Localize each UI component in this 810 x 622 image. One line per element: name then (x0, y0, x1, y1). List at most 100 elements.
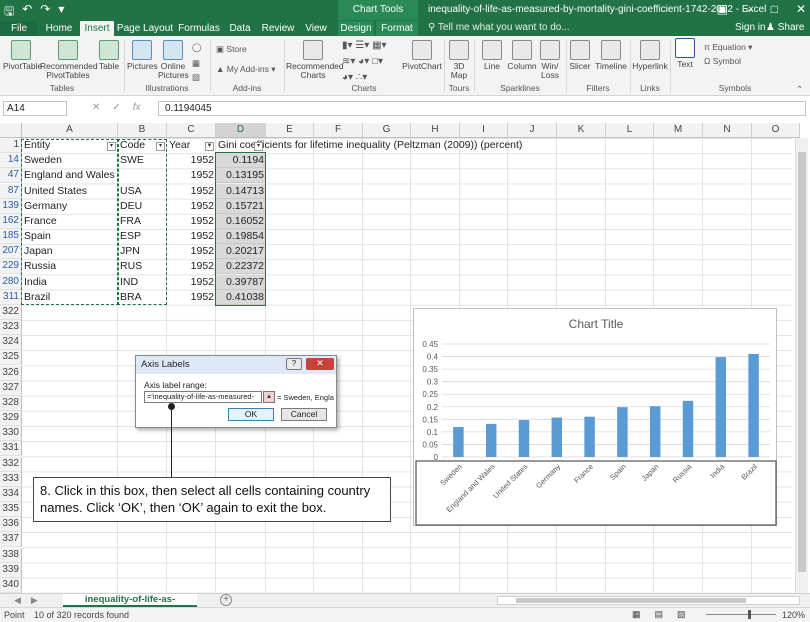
row-header[interactable]: 332 (0, 456, 22, 472)
my-addins-button[interactable]: ▲ My Add-ins ▾ (216, 64, 275, 75)
cell-gini-value[interactable]: 0.15721 (216, 198, 266, 214)
horizontal-scroll-thumb[interactable] (516, 598, 746, 603)
column-header-c[interactable]: C (167, 123, 216, 138)
tab-insert[interactable]: Insert (80, 21, 114, 36)
online-pictures-button[interactable]: Online Pictures (158, 40, 189, 80)
tell-me-search[interactable]: ⚲ Tell me what you want to do... (428, 22, 570, 33)
cell-code[interactable]: IND (118, 275, 167, 290)
row-header[interactable]: 327 (0, 380, 22, 396)
sparkline-line-button[interactable]: Line (478, 40, 506, 71)
dialog-close-icon[interactable]: ✕ (306, 358, 334, 370)
row-header[interactable]: 311 (0, 289, 22, 305)
cell-entity[interactable]: Germany (22, 199, 118, 214)
row-header[interactable]: 330 (0, 426, 22, 442)
cell-entity[interactable]: Sweden (22, 153, 118, 168)
column-header-o[interactable]: O (752, 123, 800, 138)
column-header-a[interactable]: A (22, 123, 118, 138)
header-gini[interactable]: Gini coefficients for lifetime inequalit… (216, 138, 536, 153)
line-chart-icons[interactable]: ≋▾ ◕▾ □▾ (342, 56, 383, 67)
sheet-tab-active[interactable]: inequality-of-life-as-measured- (63, 594, 197, 617)
column-header-e[interactable]: E (266, 123, 314, 138)
row-header[interactable]: 162 (0, 213, 22, 229)
ok-button[interactable]: OK (228, 408, 274, 421)
cell-year[interactable]: 1952 (167, 275, 216, 290)
row-header[interactable]: 325 (0, 350, 22, 366)
equation-button[interactable]: π Equation ▾ (704, 42, 752, 53)
table-button[interactable]: Table (97, 40, 121, 71)
cell-year[interactable]: 1952 (167, 229, 216, 244)
recommended-charts-button[interactable]: Recommended Charts (286, 40, 344, 80)
axis-range-input[interactable]: ='inequality-of-life-as-measured- (144, 391, 262, 403)
cell-year[interactable]: 1952 (167, 214, 216, 229)
tab-home[interactable]: Home (40, 21, 78, 36)
normal-view-icon[interactable]: ▦ (632, 609, 641, 620)
row-header[interactable]: 47 (0, 168, 22, 184)
row-header[interactable]: 333 (0, 471, 22, 487)
screenshot-icon[interactable]: ▧ (192, 72, 200, 83)
cell-gini-value[interactable]: 0.14713 (216, 183, 266, 199)
zoom-level[interactable]: 120% (782, 610, 805, 620)
cell-gini-value[interactable]: 0.19854 (216, 229, 266, 245)
vertical-scrollbar[interactable] (795, 138, 808, 593)
zoom-slider-knob[interactable] (748, 610, 751, 619)
symbol-button[interactable]: Ω Symbol (704, 56, 741, 66)
filter-dropdown-icon[interactable]: ▾ (156, 142, 165, 151)
cell-year[interactable]: 1952 (167, 153, 216, 168)
row-header[interactable]: 337 (0, 532, 22, 548)
horizontal-scrollbar[interactable] (497, 596, 800, 605)
prev-sheet-icon[interactable]: ◀ (14, 595, 21, 606)
insert-function-icon[interactable]: fx (133, 102, 141, 113)
row-header[interactable]: 331 (0, 441, 22, 457)
add-sheet-icon[interactable]: + (220, 594, 232, 606)
row-header[interactable]: 335 (0, 502, 22, 518)
cancel-entry-icon[interactable]: ✕ (92, 102, 100, 113)
cell-year[interactable]: 1952 (167, 259, 216, 274)
row-header[interactable]: 323 (0, 320, 22, 336)
row-header[interactable]: 1 (0, 138, 22, 153)
cell-year[interactable]: 1952 (167, 199, 216, 214)
shapes-icon[interactable]: ◯ (192, 42, 202, 53)
cell-gini-value[interactable]: 0.39787 (216, 274, 266, 290)
recommended-pivottables-button[interactable]: Recommended PivotTables (40, 40, 98, 80)
filter-dropdown-icon[interactable]: ▾ (254, 142, 263, 151)
pie-chart-icons[interactable]: ◕▾ ∴▾ (342, 72, 367, 83)
smartart-icon[interactable]: ▦ (192, 58, 200, 69)
row-header[interactable]: 139 (0, 198, 22, 214)
cell-gini-value[interactable]: 0.13195 (216, 168, 266, 184)
cell-gini-value[interactable]: 0.1194 (216, 153, 266, 169)
minimize-icon[interactable]: – (746, 2, 753, 16)
row-header[interactable]: 336 (0, 517, 22, 533)
slicer-button[interactable]: Slicer (568, 40, 592, 71)
maximize-icon[interactable]: □ (771, 2, 778, 16)
row-header[interactable]: 334 (0, 486, 22, 502)
pictures-button[interactable]: Pictures (127, 40, 158, 71)
cell-gini-value[interactable]: 0.20217 (216, 244, 266, 260)
row-header[interactable]: 340 (0, 577, 22, 593)
row-header[interactable]: 338 (0, 547, 22, 563)
cell-code[interactable]: DEU (118, 199, 167, 214)
cell-code[interactable]: BRA (118, 290, 167, 305)
sparkline-winloss-button[interactable]: Win/ Loss (538, 40, 562, 80)
pivotchart-button[interactable]: PivotChart (402, 40, 442, 71)
name-box[interactable]: A14 (3, 101, 67, 116)
cell-gini-value[interactable]: 0.22372 (216, 259, 266, 275)
cell-entity[interactable]: Spain (22, 229, 118, 244)
column-header-f[interactable]: F (314, 123, 363, 138)
row-header[interactable]: 185 (0, 229, 22, 245)
tab-data[interactable]: Data (224, 21, 256, 36)
sparkline-column-button[interactable]: Column (506, 40, 538, 71)
text-button[interactable]: Text (673, 38, 697, 69)
row-header[interactable]: 207 (0, 244, 22, 260)
page-break-view-icon[interactable]: ▧ (677, 609, 686, 620)
row-header[interactable]: 14 (0, 153, 22, 169)
tab-page-layout[interactable]: Page Layout (116, 21, 174, 36)
formula-input[interactable]: 0.1194045 (158, 101, 806, 116)
header-entity[interactable]: Entity (22, 138, 118, 153)
column-chart-icons[interactable]: ▮▾ ☰▾ ▦▾ (342, 40, 387, 51)
cell-year[interactable]: 1952 (167, 290, 216, 305)
column-header-m[interactable]: M (654, 123, 703, 138)
cell-year[interactable]: 1952 (167, 184, 216, 199)
row-header[interactable]: 328 (0, 395, 22, 411)
next-sheet-icon[interactable]: ▶ (31, 595, 38, 606)
row-header[interactable]: 324 (0, 335, 22, 351)
